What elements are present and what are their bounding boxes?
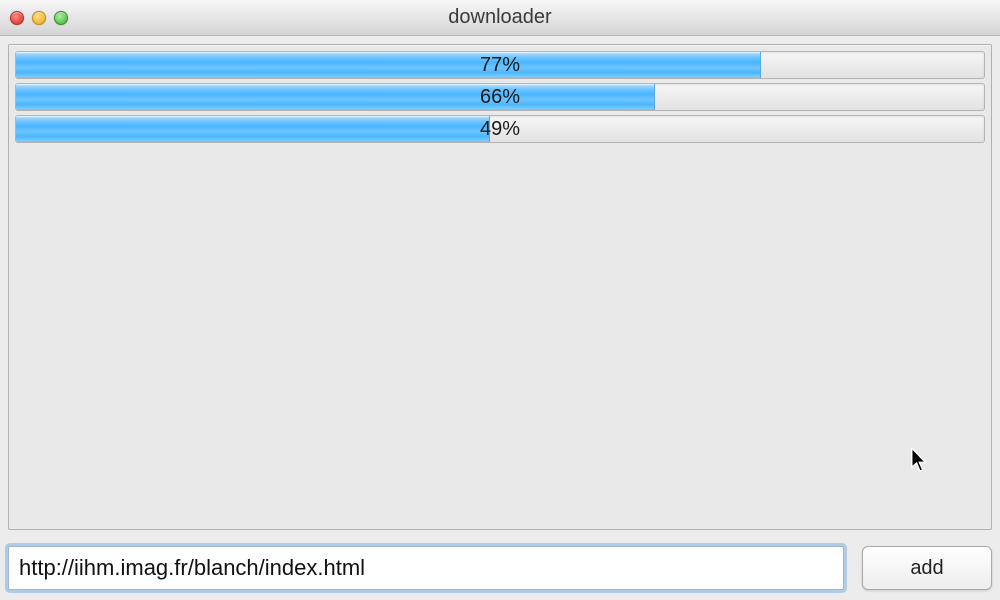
window-title: downloader [0,6,1000,29]
download-row: 49% [15,115,985,143]
progress-fill [16,84,655,110]
url-input[interactable] [8,546,844,590]
bottom-bar: add [8,546,992,590]
download-list: 77% 66% 49% [8,44,992,530]
zoom-icon[interactable] [54,11,68,25]
close-icon[interactable] [10,11,24,25]
progress-bar: 66% [15,83,985,111]
minimize-icon[interactable] [32,11,46,25]
progress-fill [16,52,761,78]
add-button[interactable]: add [862,546,992,590]
progress-bar: 77% [15,51,985,79]
titlebar: downloader [0,0,1000,36]
traffic-lights [10,11,68,25]
progress-fill [16,116,490,142]
progress-bar: 49% [15,115,985,143]
download-row: 77% [15,51,985,79]
download-row: 66% [15,83,985,111]
content-area: 77% 66% 49% [0,36,1000,530]
